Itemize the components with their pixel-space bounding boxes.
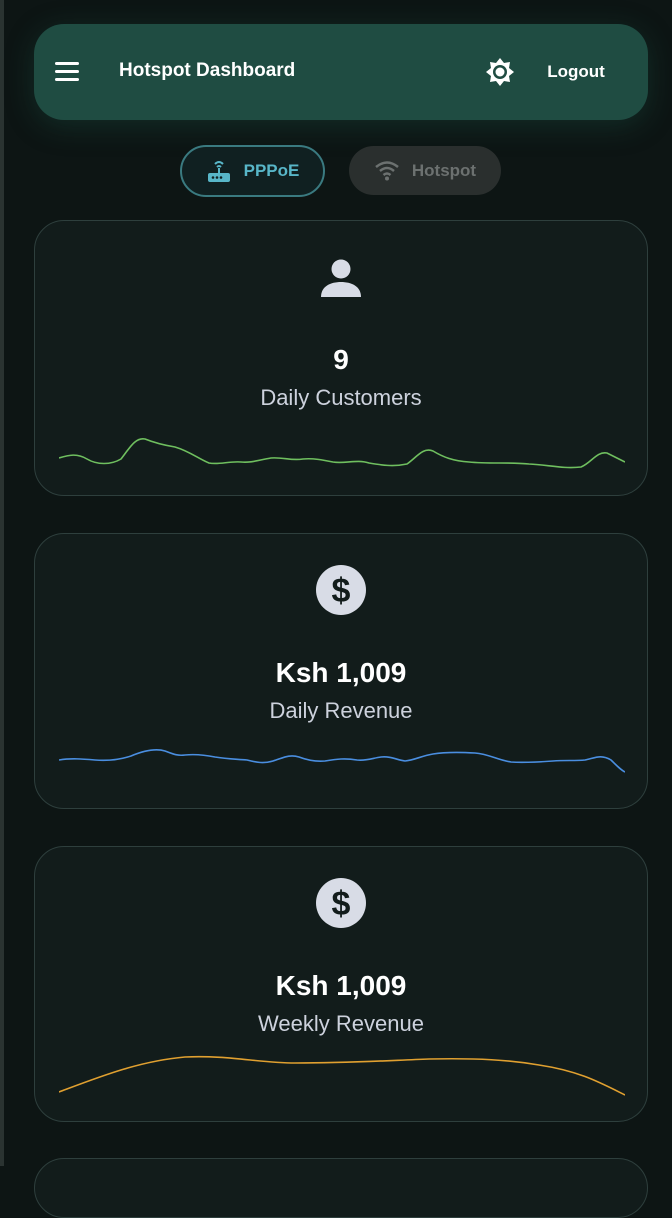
tab-pppoe-label: PPPoE [243,161,300,180]
card-partial [34,1158,648,1218]
card-daily-revenue: $ Ksh 1,009 Daily Revenue [34,533,648,809]
tab-pppoe[interactable]: PPPoE [180,145,325,197]
dollar-icon: $ [315,877,367,929]
card-label: Weekly Revenue [258,1011,424,1036]
card-value: Ksh 1,009 [275,970,407,1001]
tab-hotspot-label: Hotspot [411,160,477,180]
window-left-edge [0,0,4,1166]
tab-hotspot[interactable]: Hotspot [349,146,501,195]
svg-text:$: $ [332,885,351,923]
router-icon [207,161,230,182]
logout-button[interactable]: Logout [534,56,618,88]
daily-revenue-sparkline [59,749,625,773]
daily-customers-sparkline [59,438,625,469]
card-label: Daily Customers [260,385,422,410]
svg-text:$: $ [332,572,351,610]
menu-icon[interactable] [55,62,81,82]
card-value: Ksh 1,009 [275,657,407,688]
dollar-icon: $ [315,564,367,616]
card-daily-customers: 9 Daily Customers [34,220,648,496]
weekly-revenue-sparkline [59,1055,625,1096]
brightness-icon[interactable] [484,56,516,88]
card-label: Daily Revenue [269,698,413,723]
card-value: 9 [333,344,349,375]
app-title: Hotspot Dashboard [119,60,296,81]
person-icon [315,253,367,305]
wifi-icon [375,160,399,180]
card-weekly-revenue: $ Ksh 1,009 Weekly Revenue [34,846,648,1122]
